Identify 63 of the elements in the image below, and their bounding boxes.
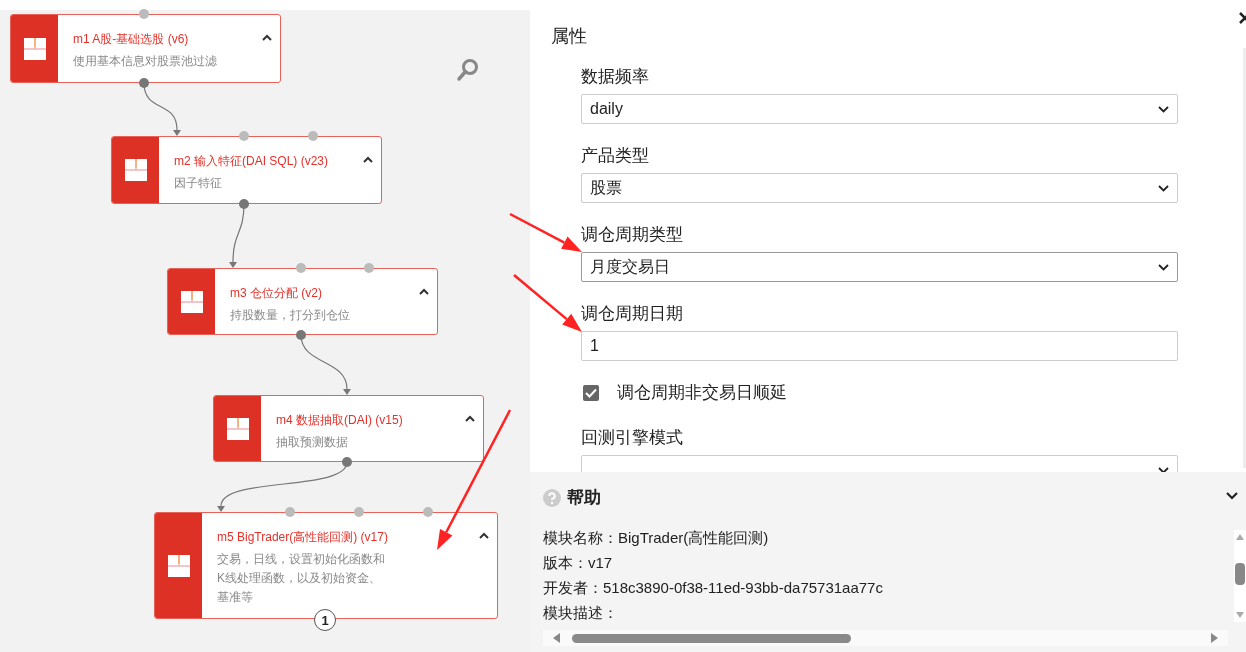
module-title: m2 输入特征(DAI SQL) (v23) — [174, 153, 329, 170]
checkbox-label: 调仓周期非交易日顺延 — [617, 382, 787, 404]
collapse-icon[interactable] — [363, 156, 373, 163]
help-text: 模块名称：BigTrader(高性能回测) — [543, 528, 770, 548]
module-description: 交易，日线，设置初始化函数和K线处理函数，以及初始资金、基准等 — [217, 551, 386, 606]
output-port[interactable] — [296, 330, 306, 340]
properties-heading: 属性 — [551, 25, 588, 48]
module-title: m5 BigTrader(高性能回测) (v17) — [217, 529, 388, 546]
module-node[interactable]: m3 仓位分配 (v2) 持股数量，打分到仓位 — [167, 268, 438, 335]
checkbox[interactable] — [583, 384, 599, 401]
module-description: 使用基本信息对股票池过滤 — [73, 53, 218, 70]
module-icon — [124, 159, 147, 181]
help-text: 开发者：518c3890-0f38-11ed-93bb-da75731aa77c — [543, 578, 884, 598]
chevron-down-icon — [1158, 263, 1169, 271]
dropdown[interactable]: daily — [581, 94, 1178, 124]
module-title: m1 A股-基础选股 (v6) — [73, 31, 189, 48]
input-field[interactable]: 1 — [581, 331, 1178, 361]
module-description: 因子特征 — [174, 175, 223, 192]
module-icon — [226, 417, 249, 440]
output-port[interactable] — [139, 78, 149, 88]
dropdown[interactable]: 股票 — [581, 173, 1178, 203]
chevron-down-icon — [1158, 184, 1169, 192]
input-port[interactable] — [354, 507, 364, 517]
module-icon — [167, 554, 190, 577]
field-label: 调仓周期日期 — [581, 303, 684, 325]
help-text: 模块描述： — [543, 603, 619, 623]
input-port[interactable] — [296, 263, 306, 273]
module-icon — [23, 37, 46, 60]
help-text: 版本：v17 — [543, 553, 614, 573]
module-icon — [180, 290, 203, 313]
dropdown[interactable]: 月度交易日 — [581, 252, 1178, 282]
collapse-icon[interactable] — [465, 415, 475, 422]
chevron-down-icon — [1158, 105, 1169, 113]
module-node[interactable]: m1 A股-基础选股 (v6) 使用基本信息对股票池过滤 — [10, 14, 281, 83]
chevron-down-icon[interactable] — [1226, 492, 1238, 500]
module-title: m3 仓位分配 (v2) — [230, 285, 322, 302]
help-heading: 帮助 — [567, 487, 601, 509]
zoom-icon[interactable] — [456, 58, 480, 82]
close-icon[interactable] — [1239, 12, 1246, 24]
input-port[interactable] — [364, 263, 374, 273]
input-port[interactable] — [285, 507, 295, 517]
input-port[interactable] — [139, 9, 149, 19]
input-port[interactable] — [308, 131, 318, 141]
module-node[interactable]: m4 数据抽取(DAI) (v15) 抽取预测数据 — [213, 395, 484, 462]
annotation-arrow — [513, 274, 582, 332]
collapse-icon[interactable] — [262, 34, 272, 41]
chevron-down-icon — [1158, 466, 1169, 472]
module-title: m4 数据抽取(DAI) (v15) — [276, 412, 403, 429]
output-port[interactable] — [342, 457, 352, 467]
output-port[interactable] — [239, 199, 249, 209]
input-port[interactable] — [239, 131, 249, 141]
input-port[interactable] — [423, 507, 433, 517]
field-label: 回测引擎模式 — [581, 427, 684, 449]
module-node[interactable]: m2 输入特征(DAI SQL) (v23) 因子特征 — [111, 136, 382, 204]
count-badge: 1 — [314, 609, 336, 631]
field-label: 产品类型 — [581, 145, 650, 167]
collapse-icon[interactable] — [419, 288, 429, 295]
module-description: 抽取预测数据 — [276, 434, 349, 451]
collapse-icon[interactable] — [479, 532, 489, 539]
help-icon — [543, 488, 561, 507]
field-label: 调仓周期类型 — [581, 224, 684, 246]
module-description: 持股数量，打分到仓位 — [230, 307, 351, 324]
field-label: 数据频率 — [581, 66, 650, 88]
